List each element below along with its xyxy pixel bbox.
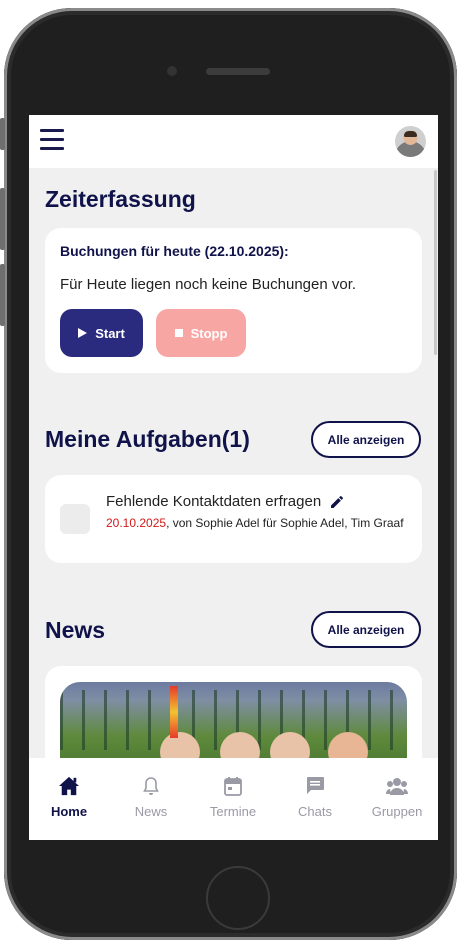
tab-gruppen[interactable]: Gruppen xyxy=(357,776,437,819)
task-title: Fehlende Kontaktdaten erfragen xyxy=(106,493,322,510)
group-icon xyxy=(386,778,408,795)
bell-icon xyxy=(143,777,159,795)
stop-button[interactable]: Stopp xyxy=(156,309,246,357)
start-button[interactable]: Start xyxy=(60,309,143,357)
home-hardware-button[interactable] xyxy=(206,866,270,930)
stop-icon xyxy=(174,329,183,337)
pencil-edit-icon[interactable] xyxy=(329,494,345,510)
home-icon xyxy=(59,776,79,796)
tab-chats[interactable]: Chats xyxy=(275,776,355,819)
front-camera xyxy=(167,66,177,76)
play-icon xyxy=(78,328,88,338)
volume-up-button xyxy=(0,188,5,250)
task-checkbox[interactable] xyxy=(60,504,90,534)
section-title-aufgaben: Meine Aufgaben(1) xyxy=(45,426,250,452)
volume-down-button xyxy=(0,264,5,326)
task-title-row: Fehlende Kontaktdaten erfragen xyxy=(106,493,345,510)
chat-icon xyxy=(307,777,324,794)
tab-termine[interactable]: Termine xyxy=(193,776,273,819)
tasks-show-all-button[interactable]: Alle anzeigen xyxy=(311,421,421,458)
calendar-icon xyxy=(224,777,242,796)
hamburger-menu-icon[interactable] xyxy=(40,129,64,151)
scrollbar[interactable] xyxy=(434,170,437,355)
section-title-zeiterfassung: Zeiterfassung xyxy=(45,186,196,212)
stop-button-label: Stopp xyxy=(190,325,228,341)
tab-gruppen-label: Gruppen xyxy=(371,804,423,819)
time-tracking-card: Buchungen für heute (22.10.2025): Für He… xyxy=(45,228,422,373)
no-bookings-text: Für Heute liegen noch keine Buchungen vo… xyxy=(60,276,357,293)
news-show-all-button[interactable]: Alle anzeigen xyxy=(311,611,421,648)
bookings-heading: Buchungen für heute (22.10.2025): xyxy=(60,243,289,259)
section-title-news: News xyxy=(45,617,106,643)
photo-feather xyxy=(170,686,178,738)
task-meta: 20.10.2025, von Sophie Adel für Sophie A… xyxy=(106,515,406,531)
user-avatar[interactable] xyxy=(395,126,426,157)
task-assignees: , von Sophie Adel für Sophie Adel, Tim G… xyxy=(166,516,404,530)
tab-termine-label: Termine xyxy=(209,804,257,819)
speaker-grille xyxy=(206,68,270,75)
tab-chats-label: Chats xyxy=(298,804,332,819)
tab-home[interactable]: Home xyxy=(29,776,109,819)
task-card[interactable]: Fehlende Kontaktdaten erfragen 20.10.202… xyxy=(45,475,422,563)
tab-news[interactable]: News xyxy=(111,776,191,819)
tab-home-label: Home xyxy=(50,804,88,819)
top-app-bar xyxy=(29,115,438,168)
tab-news-label: News xyxy=(134,804,168,819)
bottom-tab-bar: Home News Termine Chats Gruppen xyxy=(29,758,438,840)
task-date: 20.10.2025 xyxy=(106,516,167,530)
mute-switch xyxy=(0,118,5,150)
app-screen: Zeiterfassung Buchungen für heute (22.10… xyxy=(29,115,438,840)
start-button-label: Start xyxy=(95,325,125,341)
